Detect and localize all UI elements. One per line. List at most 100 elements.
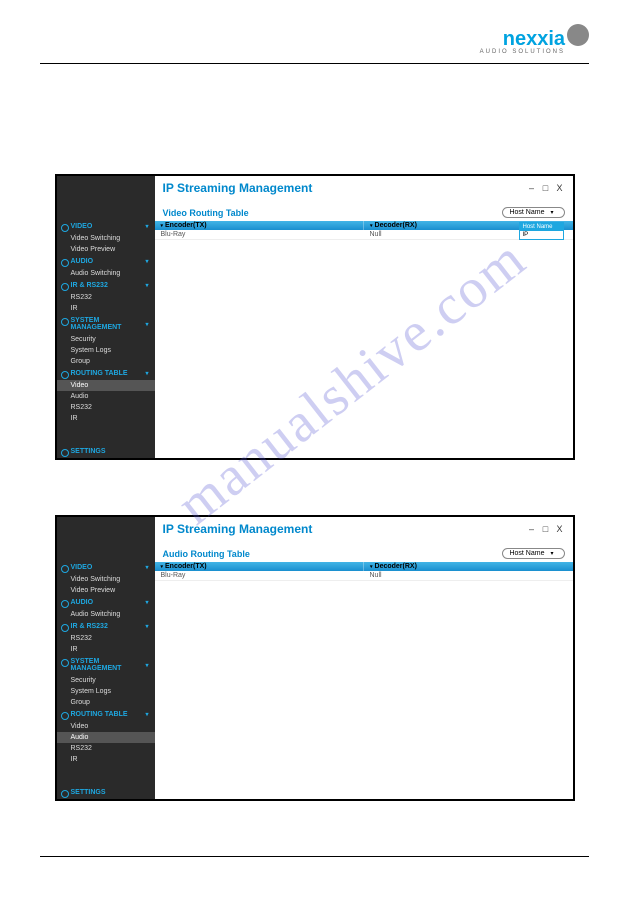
sidebar-item[interactable]: Video Switching [57, 574, 155, 585]
sidebar-section-label: SYSTEM MANAGEMENT [71, 317, 146, 331]
sidebar-settings[interactable]: SETTINGS [57, 445, 155, 458]
sidebar-item[interactable]: Group [57, 356, 155, 367]
table-cell: Blu-Ray [155, 230, 364, 239]
chevron-down-icon: ▾ [145, 258, 148, 265]
sort-icon: ▾ [161, 223, 164, 229]
sidebar-item[interactable]: Security [57, 675, 155, 686]
sidebar-item[interactable]: RS232 [57, 292, 155, 303]
host-name-select-label: Host Name [509, 550, 544, 557]
sidebar-item[interactable]: RS232 [57, 402, 155, 413]
table-body: Blu-RayNull [155, 230, 573, 458]
column-label: Decoder(RX) [375, 563, 417, 570]
table-column-header[interactable]: ▾Encoder(TX) [155, 562, 365, 571]
sidebar-item[interactable]: Audio [57, 732, 155, 743]
host-name-select[interactable]: Host Name▾Host NameIP [502, 207, 564, 218]
sidebar-section-header[interactable]: AUDIO ▾ [57, 255, 155, 268]
maximize-button[interactable]: □ [541, 524, 551, 534]
table-row[interactable]: Blu-RayNull [155, 230, 573, 240]
sidebar-section-label: AUDIO [71, 258, 94, 265]
sidebar-item[interactable]: IR [57, 644, 155, 655]
sidebar-item[interactable]: Security [57, 334, 155, 345]
sidebar-section-header[interactable]: IR & RS232 ▾ [57, 620, 155, 633]
chevron-down-icon: ▾ [145, 223, 148, 230]
sidebar-section-label: SYSTEM MANAGEMENT [71, 658, 146, 672]
brand-badge-icon [567, 24, 589, 46]
sidebar-item[interactable]: Video Switching [57, 233, 155, 244]
sidebar-item[interactable]: Video Preview [57, 585, 155, 596]
table-cell: Null [364, 571, 573, 580]
chevron-down-icon: ▾ [145, 623, 148, 630]
close-button[interactable]: X [555, 183, 565, 193]
main-panel: IP Streaming Management –□ X Video Routing … [155, 176, 573, 458]
sidebar-item[interactable]: Audio [57, 391, 155, 402]
sidebar-item[interactable]: Video [57, 380, 155, 391]
sidebar-item[interactable]: Audio Switching [57, 268, 155, 279]
app-title: IP Streaming Management [163, 522, 313, 536]
sidebar-item[interactable]: Audio Switching [57, 609, 155, 620]
chevron-down-icon: ▾ [145, 321, 148, 328]
sort-icon: ▾ [370, 564, 373, 570]
sidebar-item[interactable]: System Logs [57, 345, 155, 356]
window-controls: –□ X [527, 524, 565, 534]
chevron-down-icon: ▾ [145, 282, 148, 289]
column-label: Decoder(RX) [375, 222, 417, 229]
host-name-select-label: Host Name [509, 209, 544, 216]
header-rule [40, 63, 589, 64]
chevron-down-icon: ▾ [145, 662, 148, 669]
sort-icon: ▾ [161, 564, 164, 570]
window-controls: –□ X [527, 183, 565, 193]
table-column-header[interactable]: ▾Encoder(TX) [155, 221, 365, 230]
sidebar-settings-label: SETTINGS [71, 789, 106, 796]
chevron-down-icon: ▾ [550, 209, 553, 216]
table-row[interactable]: Blu-RayNull [155, 571, 573, 581]
section-title: Audio Routing Table [163, 549, 250, 559]
sidebar-item[interactable]: Video [57, 721, 155, 732]
chevron-down-icon: ▾ [145, 370, 148, 377]
sidebar-settings-label: SETTINGS [71, 448, 106, 455]
sidebar-section-label: IR & RS232 [71, 623, 108, 630]
sidebar: VIDEO▾Video SwitchingVideo Preview AUDIO ▾… [57, 176, 155, 458]
minimize-button[interactable]: – [527, 183, 537, 193]
sidebar-section-header[interactable]: ROUTING TABLE▾ [57, 708, 155, 721]
sidebar-section-label: ROUTING TABLE [71, 711, 128, 718]
minimize-button[interactable]: – [527, 524, 537, 534]
sidebar: VIDEO ▾ Video SwitchingVideo Preview AUDIO ▾… [57, 517, 155, 799]
sidebar-section-label: AUDIO [71, 599, 94, 606]
table-column-header[interactable]: ▾Decoder(RX) [364, 562, 573, 571]
chevron-down-icon: ▾ [145, 599, 148, 606]
close-button[interactable]: X [555, 524, 565, 534]
sidebar-section-header[interactable]: VIDEO▾ [57, 220, 155, 233]
host-name-select[interactable]: Host Name▾ [502, 548, 564, 559]
sidebar-section-header[interactable]: AUDIO ▾ [57, 596, 155, 609]
sidebar-section-header[interactable]: VIDEO ▾ [57, 561, 155, 574]
maximize-button[interactable]: □ [541, 183, 551, 193]
sidebar-item[interactable]: IR [57, 303, 155, 314]
section-title: Video Routing Table [163, 208, 249, 218]
table-body: Blu-RayNull [155, 571, 573, 799]
dropdown-option[interactable]: IP [520, 231, 563, 239]
sidebar-item[interactable]: Video Preview [57, 244, 155, 255]
sort-icon: ▾ [370, 223, 373, 229]
sidebar-settings[interactable]: SETTINGS [57, 786, 155, 799]
sidebar-item[interactable]: Group [57, 697, 155, 708]
host-name-dropdown: Host NameIP [519, 222, 564, 240]
sidebar-item[interactable]: IR [57, 754, 155, 765]
dropdown-option[interactable]: Host Name [520, 223, 563, 231]
chevron-down-icon: ▾ [145, 564, 148, 571]
sidebar-item[interactable]: IR [57, 413, 155, 424]
sidebar-section-header[interactable]: IR & RS232▾ [57, 279, 155, 292]
sidebar-section-header[interactable]: SYSTEM MANAGEMENT▾ [57, 314, 155, 334]
sidebar-item[interactable]: RS232 [57, 633, 155, 644]
app-window: VIDEO ▾ Video SwitchingVideo Preview AUDIO ▾… [55, 515, 575, 801]
sidebar-item[interactable]: RS232 [57, 743, 155, 754]
table-header: ▾Encoder(TX)▾Decoder(RX) [155, 562, 573, 571]
app-title: IP Streaming Management [163, 181, 313, 195]
page-header: nexxia AUDIO SOLUTIONS [40, 28, 589, 63]
sidebar-section-label: VIDEO [71, 564, 93, 571]
table-header: ▾Encoder(TX)▾Decoder(RX) [155, 221, 573, 230]
sidebar-item[interactable]: System Logs [57, 686, 155, 697]
brand-logo: nexxia [503, 28, 565, 51]
app-window: VIDEO▾Video SwitchingVideo Preview AUDIO ▾… [55, 174, 575, 460]
sidebar-section-header[interactable]: ROUTING TABLE▾ [57, 367, 155, 380]
sidebar-section-header[interactable]: SYSTEM MANAGEMENT▾ [57, 655, 155, 675]
